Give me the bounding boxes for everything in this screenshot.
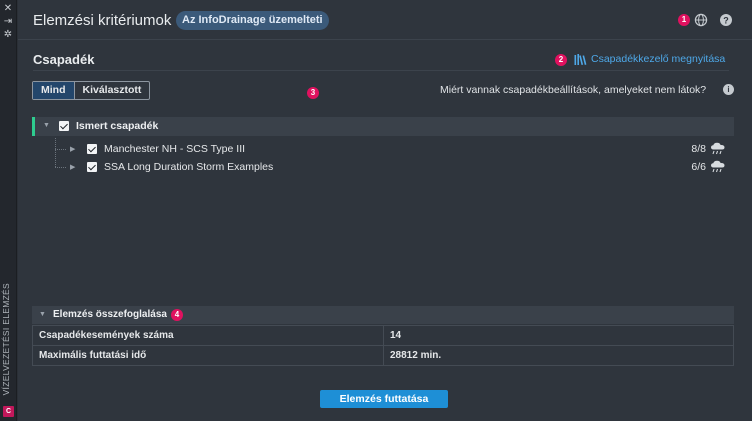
app-badge-icon: C [3,406,14,417]
item-count: 8/8 [691,143,706,155]
hidden-settings-question: Miért vannak csapadékbeállítások, amelye… [440,84,707,96]
run-analysis-button[interactable]: Elemzés futtatása [320,390,448,408]
summary-key: Maximális futtatási idő [32,345,384,366]
item-checkbox[interactable] [87,144,97,154]
palette-vertical-label: VÍZELVEZETÉSI ELEMZÉS [1,282,11,395]
chevron-right-icon[interactable]: ▶ [70,145,75,153]
tree-item[interactable]: ▶ Manchester NH - SCS Type III 8/8 [54,140,734,158]
info-icon[interactable]: i [723,84,734,95]
svg-text:?: ? [723,15,729,25]
tab-all[interactable]: Mind [33,82,75,99]
group-label: Ismert csapadék [76,120,159,132]
summary-header[interactable]: ▼ Elemzés összefoglalása 4 [32,306,734,324]
summary-table: Csapadékesemények száma 14 Maximális fut… [32,325,734,366]
close-icon[interactable]: ✕ [2,3,14,15]
settings-icon[interactable]: ✲ [2,29,14,41]
chevron-down-icon[interactable]: ▼ [43,122,50,129]
powered-by-badge: Az InfoDrainage üzemelteti [176,11,329,30]
analysis-criteria-panel: Elemzési kritériumok Az InfoDrainage üze… [18,0,752,421]
filter-toggle: Mind Kiválasztott [32,81,151,100]
table-row: Csapadékesemények száma 14 [32,325,734,346]
chevron-right-icon[interactable]: ▶ [70,163,75,171]
group-checkbox[interactable] [59,121,69,131]
page-title: Elemzési kritériumok [33,12,172,29]
callout-marker-4: 4 [171,309,183,321]
item-label: SSA Long Duration Storm Examples [104,161,274,173]
panel-header: Elemzési kritériumok Az InfoDrainage üze… [18,0,752,40]
table-row: Maximális futtatási idő 28812 min. [32,345,734,366]
help-icon[interactable]: ? [719,13,733,27]
section-title: Csapadék [33,52,95,67]
item-count: 6/6 [691,161,706,173]
chevron-down-icon[interactable]: ▼ [39,311,46,318]
collapse-icon[interactable]: ⇥ [2,16,14,28]
open-rainfall-manager-link[interactable]: Csapadékkezelő megnyitása [574,53,725,65]
open-link-label: Csapadékkezelő megnyitása [591,53,726,65]
rain-icon [711,160,725,173]
summary-title: Elemzés összefoglalása [53,309,167,320]
callout-marker-3: 3 [307,87,319,99]
callout-marker-2: 2 [555,54,567,66]
summary-value: 28812 min. [383,345,734,366]
tree-connector [55,167,66,168]
tree-item[interactable]: ▶ SSA Long Duration Storm Examples 6/6 [54,158,734,176]
section-divider [33,70,729,71]
tree-connector [55,149,66,150]
tree-group-known-rainfall[interactable]: ▼ Ismert csapadék [32,117,734,136]
globe-icon[interactable] [694,13,708,27]
summary-value: 14 [383,325,734,346]
callout-marker-1: 1 [678,14,690,26]
side-strip: ✕ ⇥ ✲ VÍZELVEZETÉSI ELEMZÉS C [0,0,17,421]
rain-icon [711,142,725,155]
summary-key: Csapadékesemények száma [32,325,384,346]
tab-selected[interactable]: Kiválasztott [75,82,150,99]
library-icon [574,53,587,65]
item-label: Manchester NH - SCS Type III [104,143,246,155]
item-checkbox[interactable] [87,162,97,172]
